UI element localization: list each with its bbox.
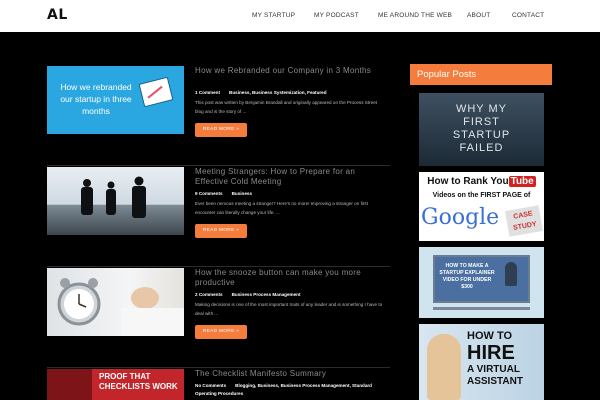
youtube-logo-text: Tube [508, 176, 536, 187]
yt-line2: Videos on the FIRST PAGE of [432, 192, 531, 199]
post-item: PROOF THAT CHECKLISTS WORK The Checklist… [47, 369, 390, 400]
post-divider [47, 266, 390, 267]
cartoon-man-icon [505, 262, 517, 286]
post-thumbnail-checklist[interactable]: PROOF THAT CHECKLISTS WORK [47, 369, 184, 400]
post-comments[interactable]: No Comments [195, 383, 226, 388]
post-meta: 9 Comments Business [195, 190, 390, 198]
post-item: How the snooze button can make you more … [47, 268, 390, 368]
nav-contact[interactable]: CONTACT [512, 12, 544, 19]
post-excerpt: This post was written by Benjamin Branda… [195, 100, 378, 114]
post-meta: 2 Comments Business Process Management [195, 291, 390, 299]
post-meta: 1 Comment Business, Business Systemizatio… [195, 89, 390, 97]
read-more-button[interactable]: READ MORE » [195, 224, 247, 238]
post-comments[interactable]: 2 Comments [195, 292, 223, 297]
nav-me-around-the-web[interactable]: ME AROUND THE WEB [378, 12, 452, 19]
yt-line1: How to Rank You [427, 176, 509, 187]
pencil-icon [138, 76, 174, 108]
video-progress-bar [433, 307, 530, 310]
thumb-caption: PROOF THAT CHECKLISTS WORK [99, 372, 178, 391]
popular-posts-heading: Popular Posts [410, 64, 552, 85]
popular-post-caption: HOW TO MAKE A STARTUP EXPLAINER VIDEO FO… [439, 263, 495, 290]
popular-post-hire-virtual-assistant[interactable]: HOW TO HIRE A VIRTUAL ASSISTANT [419, 324, 544, 400]
post-categories[interactable]: Business Process Management [232, 292, 301, 297]
post-divider [47, 367, 390, 368]
post-title[interactable]: How we Rebranded our Company in 3 Months [195, 66, 385, 76]
site-logo[interactable]: AL [47, 7, 68, 23]
post-excerpt: Ever been nervous meeting a stranger? He… [195, 201, 368, 215]
post-comments[interactable]: 1 Comment [195, 90, 220, 95]
post-thumbnail-rebrand[interactable]: How we rebranded our startup in three mo… [47, 66, 184, 134]
read-more-button[interactable]: READ MORE » [195, 123, 247, 137]
google-logo-text: Google [421, 205, 500, 230]
popular-post-explainer-video[interactable]: HOW TO MAKE A STARTUP EXPLAINER VIDEO FO… [419, 247, 544, 318]
nav-about[interactable]: ABOUT [467, 12, 490, 19]
post-title[interactable]: Meeting Strangers: How to Prepare for an… [195, 167, 385, 187]
woman-headset-figure [427, 334, 461, 400]
post-divider [47, 165, 390, 166]
post-title[interactable]: The Checklist Manifesto Summary [195, 369, 385, 379]
post-meta: No Comments Blogging, Business, Business … [195, 382, 390, 398]
post-comments[interactable]: 9 Comments [195, 191, 223, 196]
business-people-silhouette [81, 176, 146, 218]
post-item: Meeting Strangers: How to Prepare for an… [47, 167, 390, 267]
nav-my-podcast[interactable]: MY PODCAST [314, 12, 359, 19]
popular-post-caption: WHY MY FIRST STARTUP FAILED [452, 103, 511, 154]
post-excerpt: Making decisions is one of the most impo… [195, 302, 383, 316]
post-thumbnail-snooze[interactable] [47, 268, 184, 336]
post-categories[interactable]: Business, Business Systemization, Featur… [229, 90, 327, 95]
thumb-caption: How we rebranded our startup in three mo… [60, 82, 132, 116]
post-item: How we rebranded our startup in three mo… [47, 66, 390, 166]
read-more-button[interactable]: READ MORE » [195, 325, 247, 339]
popular-post-first-startup-failed[interactable]: WHY MY FIRST STARTUP FAILED [419, 93, 544, 166]
popular-post-rank-youtube[interactable]: How to Rank You Tube Videos on the FIRST … [419, 172, 544, 241]
case-study-badge: CASE STUDY [505, 205, 543, 237]
post-thumbnail-meeting[interactable] [47, 167, 184, 235]
post-title[interactable]: How the snooze button can make you more … [195, 268, 385, 288]
site-header: AL MY STARTUP MY PODCAST ME AROUND THE W… [0, 0, 600, 32]
post-categories[interactable]: Business [232, 191, 252, 196]
nav-my-startup[interactable]: MY STARTUP [252, 12, 295, 19]
alarm-clock-icon [57, 278, 184, 336]
